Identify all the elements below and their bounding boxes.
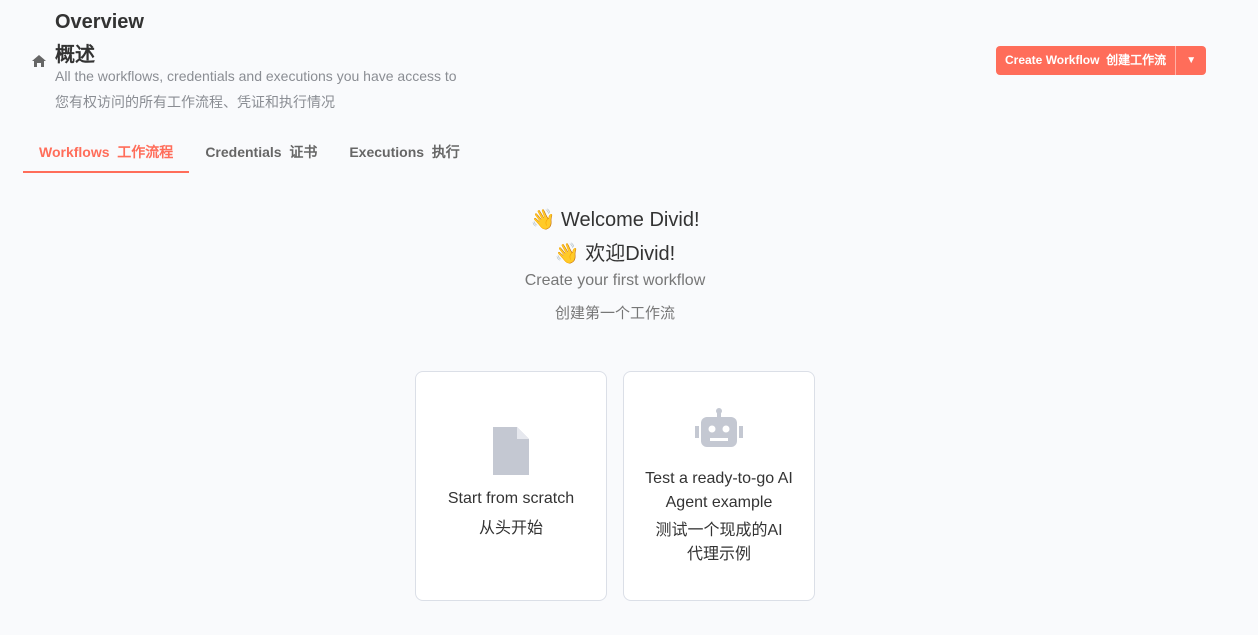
card-label-cn: 测试一个现成的AI代理示例 [655,522,783,563]
file-icon [493,427,529,475]
tab-workflows[interactable]: Workflows 工作流程 [23,136,190,173]
card-label: Start from scratch [447,490,575,507]
home-icon [32,55,46,67]
robot-icon [695,408,743,447]
welcome-subtitle: Create your first workflow [524,272,706,289]
tabs: Workflows 工作流程 Credentials 证书 Executions… [23,136,476,173]
page-subtitle-cn: 您有权访问的所有工作流程、凭证和执行情况 [55,94,335,110]
welcome-subtitle-cn: 创建第一个工作流 [554,305,675,322]
ai-agent-example-card[interactable]: Test a ready-to-go AI Agent example 测试一个… [623,371,815,601]
page-title-cn: 概述 [55,44,95,66]
tab-executions[interactable]: Executions 执行 [333,136,475,173]
tab-credentials[interactable]: Credentials 证书 [189,136,333,173]
card-label: Test a ready-to-go AI Agent example [645,470,793,511]
welcome-heading-cn: 👋 欢迎Divid! [554,243,676,265]
chevron-down-icon[interactable]: ▼ [1176,55,1206,66]
create-workflow-button-group: Create Workflow 创建工作流 ▼ [996,46,1207,75]
card-label-cn: 从头开始 [478,520,543,537]
create-workflow-button[interactable]: Create Workflow 创建工作流 [996,46,1177,75]
welcome-heading: 👋 Welcome Divid! [530,209,700,231]
page-title: Overview [55,11,144,33]
start-from-scratch-card[interactable]: Start from scratch 从头开始 [415,371,607,601]
page-subtitle: All the workflows, credentials and execu… [55,68,457,84]
